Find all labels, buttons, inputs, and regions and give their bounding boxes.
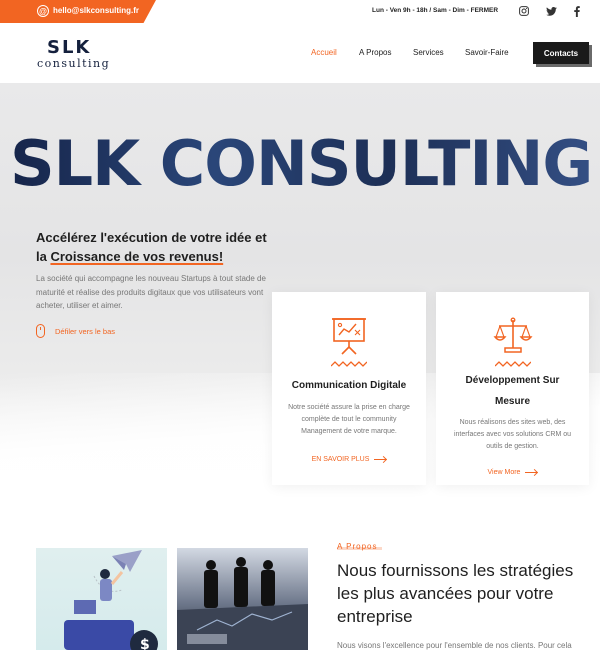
- presentation-board-icon: [272, 316, 426, 361]
- wave-decoration: [494, 361, 531, 367]
- card-body: Nous réalisons des sites web, des interf…: [453, 419, 572, 450]
- card-more-link[interactable]: View More: [488, 469, 538, 476]
- card-link-label: View More: [487, 469, 521, 476]
- hero-heading: Accélérez l'exécution de votre idée et l…: [36, 228, 276, 266]
- nav-a-propos[interactable]: A Propos: [359, 48, 391, 57]
- card-title: Communication Digitale: [291, 380, 407, 391]
- hero-paragraph: La société qui accompagne les nouveau St…: [36, 274, 266, 310]
- service-card-communication: Communication Digitale Notre société ass…: [272, 292, 426, 485]
- twitter-icon[interactable]: [545, 5, 557, 17]
- card-link-label: EN SAVOIR PLUS: [311, 456, 370, 463]
- hero-heading-accent: Croissance de vos revenus!: [50, 249, 224, 264]
- business-people-image: [177, 548, 308, 650]
- wave-decoration: [331, 361, 367, 367]
- scroll-down-link[interactable]: Défiler vers le bas: [36, 324, 115, 338]
- card-more-link[interactable]: EN SAVOIR PLUS: [312, 456, 387, 463]
- email-link[interactable]: @ hello@slkconsulting.fr: [0, 0, 156, 23]
- instagram-icon[interactable]: [518, 5, 530, 17]
- contacts-button[interactable]: Contacts: [533, 42, 589, 64]
- logo-main-text: SLK: [47, 37, 92, 58]
- illustration-image: $: [36, 548, 167, 650]
- hero-big-title: SLK CONSULTING: [10, 127, 593, 200]
- about-kicker: A Propos: [337, 542, 383, 551]
- scales-icon: [436, 316, 589, 361]
- hero-heading-prefix: la: [36, 249, 51, 264]
- svg-text:$: $: [140, 637, 150, 650]
- card-title: Développement Sur Mesure: [465, 375, 560, 407]
- top-bar: @ hello@slkconsulting.fr Lun - Ven 9h - …: [0, 0, 600, 23]
- site-header: SLK consulting Accueil A Propos Services…: [0, 23, 600, 83]
- about-paragraph: Nous visons l'excellence pour l'ensemble…: [337, 641, 572, 650]
- logo-sub-text: consulting: [37, 57, 111, 70]
- arrow-right-icon: [525, 472, 538, 473]
- facebook-icon[interactable]: [571, 5, 583, 17]
- nav-services[interactable]: Services: [413, 48, 444, 57]
- arrow-right-icon: [374, 459, 387, 460]
- scroll-down-label: Défiler vers le bas: [55, 326, 116, 336]
- service-card-developpement: Développement Sur Mesure Nous réalisons …: [436, 292, 589, 485]
- card-body: Notre société assure la prise en charge …: [288, 404, 410, 435]
- nav-savoir-faire[interactable]: Savoir-Faire: [465, 48, 509, 57]
- mouse-icon: [36, 324, 45, 338]
- at-icon: @: [37, 5, 49, 17]
- email-text: hello@slkconsulting.fr: [53, 6, 140, 15]
- hero-heading-line1: Accélérez l'exécution de votre idée et: [36, 230, 267, 245]
- about-title: Nous fournissons les stratégies les plus…: [337, 561, 574, 626]
- opening-hours: Lun - Ven 9h - 18h / Sam - Dim - FERMER: [372, 7, 499, 14]
- nav-accueil[interactable]: Accueil: [311, 48, 337, 57]
